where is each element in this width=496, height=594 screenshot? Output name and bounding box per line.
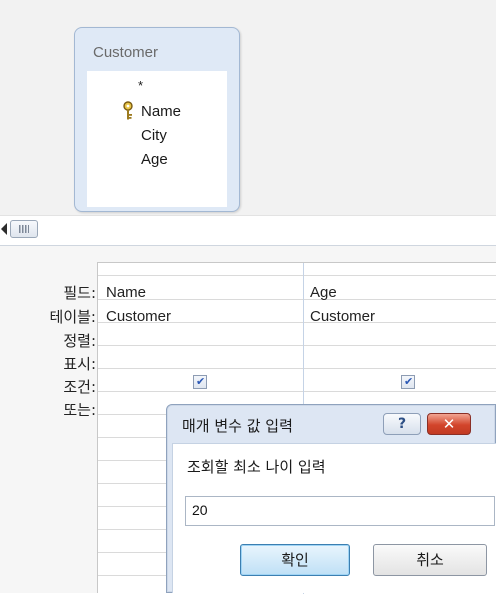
grid-cell-field-name[interactable]: Name [106, 284, 146, 301]
field-item-all[interactable]: * [138, 77, 143, 95]
table-title[interactable]: Customer [75, 28, 239, 70]
grid-row-labels: 필드: 테이블: 정렬: 표시: 조건: 또는: [0, 260, 96, 470]
ok-button[interactable]: 확인 [240, 544, 350, 576]
close-button[interactable]: ✕ [427, 413, 471, 435]
row-label-criteria: 조건: [63, 378, 96, 396]
grid-row-divider [98, 345, 496, 346]
customer-table-box[interactable]: Customer * Name City Age [74, 27, 240, 212]
field-item-age[interactable]: Age [141, 151, 168, 169]
key-icon [123, 101, 133, 120]
scroll-grip-icon [19, 225, 29, 233]
show-checkbox-age[interactable]: ✔ [401, 375, 415, 389]
checkmark-icon: ✔ [404, 375, 414, 388]
show-checkbox-name[interactable]: ✔ [193, 375, 207, 389]
field-item-name[interactable]: Name [141, 103, 181, 121]
checkmark-icon: ✔ [196, 375, 206, 388]
row-label-or: 또는: [63, 401, 96, 419]
field-list: * Name City Age [87, 71, 227, 207]
grid-cell-table-age[interactable]: Customer [310, 308, 375, 325]
help-button[interactable]: ? [383, 413, 421, 435]
row-label-field: 필드: [63, 284, 96, 302]
field-item-city[interactable]: City [141, 127, 167, 145]
grid-row-divider [98, 368, 496, 369]
scroll-left-icon[interactable] [0, 222, 8, 236]
query-design-pane: Customer * Name City Age [0, 0, 496, 215]
dialog-title: 매개 변수 값 입력 [182, 417, 293, 435]
grid-row-divider [98, 299, 496, 300]
parameter-prompt: 조회할 최소 나이 입력 [187, 458, 326, 476]
dialog-body: 조회할 최소 나이 입력 20 확인 취소 [172, 443, 496, 593]
grid-cell-table-name[interactable]: Customer [106, 308, 171, 325]
row-label-show: 표시: [63, 355, 96, 373]
row-label-table: 테이블: [49, 308, 96, 326]
parameter-dialog: 매개 변수 값 입력 ? ✕ 조회할 최소 나이 입력 20 확인 취소 [166, 404, 496, 593]
grid-cell-field-age[interactable]: Age [310, 284, 337, 301]
pane-splitter[interactable] [0, 215, 496, 245]
horizontal-scrollbar-thumb[interactable] [10, 220, 38, 238]
row-label-sort: 정렬: [63, 332, 96, 350]
parameter-value-input[interactable]: 20 [185, 496, 495, 526]
grid-row-divider [98, 391, 496, 392]
cancel-button[interactable]: 취소 [373, 544, 487, 576]
grid-row-divider [98, 275, 496, 276]
